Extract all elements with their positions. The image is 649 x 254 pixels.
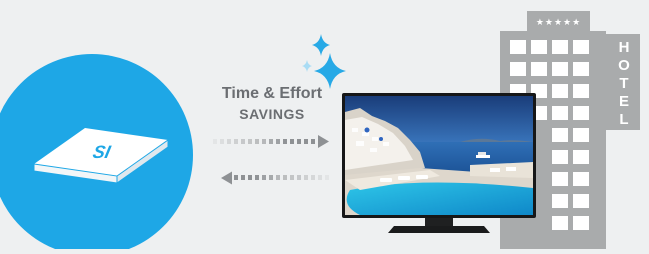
savings-line-1: Time & Effort <box>221 85 323 102</box>
illustration-canvas: SI ★★★★★ H O T E L <box>0 11 640 254</box>
arrow-to-system <box>221 171 329 185</box>
hotel-sign: H O T E L <box>618 39 630 128</box>
hotel-sign-letter: T <box>619 75 628 92</box>
tv-icon <box>342 93 536 233</box>
sparkle-icon <box>302 34 346 89</box>
hotel-sign-letter: H <box>619 39 630 56</box>
tv-screen-image <box>345 96 533 215</box>
system-integrator-badge: SI <box>0 54 193 254</box>
savings-line-2: SAVINGS <box>239 106 305 122</box>
illustration: SI ★★★★★ H O T E L Time & Effort SAVINGS <box>0 0 649 254</box>
arrow-left-icon <box>221 171 232 185</box>
hotel-stars: ★★★★★ <box>536 18 581 28</box>
hotel-sign-letter: E <box>619 93 629 110</box>
arrow-to-hotel <box>213 135 329 148</box>
hotel-sign-letter: L <box>619 111 628 128</box>
savings-caption: Time & Effort SAVINGS <box>206 84 338 124</box>
hotel-sign-letter: O <box>618 57 630 74</box>
arrow-right-icon <box>318 135 329 148</box>
